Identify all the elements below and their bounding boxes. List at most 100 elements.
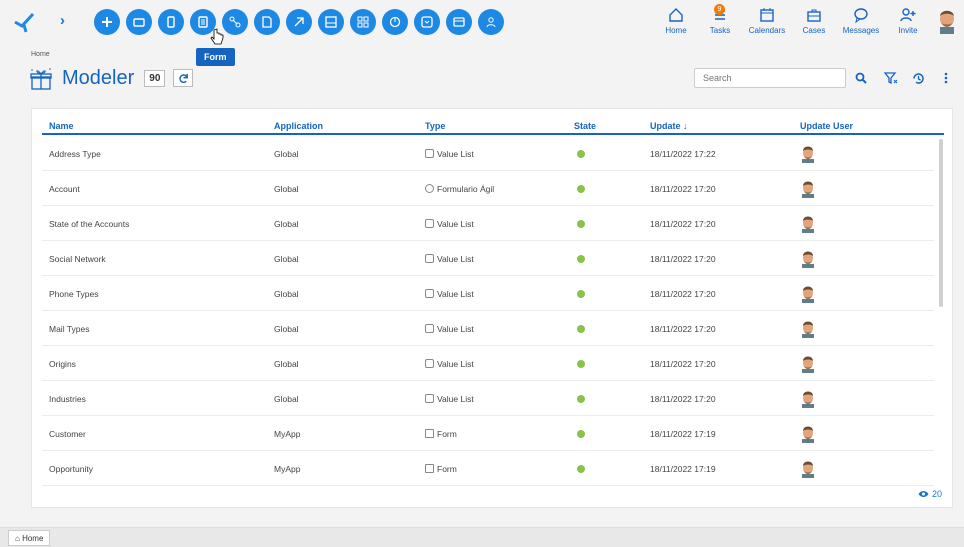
update-user-avatar[interactable] bbox=[800, 180, 816, 198]
cell-type-label: Value List bbox=[437, 254, 474, 264]
cell-type: Value List bbox=[425, 149, 474, 159]
col-update[interactable]: Update ↓ bbox=[650, 121, 688, 131]
nav-messages-label: Messages bbox=[842, 26, 880, 35]
cell-update: 18/11/2022 17:20 bbox=[650, 219, 716, 229]
cell-application: MyApp bbox=[274, 429, 301, 439]
nav-cases[interactable]: Cases bbox=[792, 6, 836, 35]
table-row[interactable]: Address Type Global Value List 18/11/2022 1… bbox=[42, 136, 934, 171]
state-active-dot bbox=[577, 185, 585, 193]
search-icon bbox=[855, 72, 867, 84]
cell-update: 18/11/2022 17:20 bbox=[650, 289, 716, 299]
breadcrumb[interactable]: Home bbox=[31, 51, 50, 58]
nav-cases-label: Cases bbox=[802, 26, 826, 35]
report-button[interactable] bbox=[382, 9, 408, 35]
table-row[interactable]: Origins Global Value List 18/11/2022 17:20 bbox=[42, 346, 934, 381]
user-avatar[interactable] bbox=[936, 8, 958, 34]
dashboard-button[interactable] bbox=[350, 9, 376, 35]
home-tab[interactable]: ⌂ Home bbox=[8, 530, 51, 546]
history-button[interactable] bbox=[908, 68, 928, 88]
cell-type: Formulario Ágil bbox=[425, 184, 494, 194]
home-tab-icon: ⌂ bbox=[15, 534, 20, 543]
cell-update: 18/11/2022 17:20 bbox=[650, 359, 716, 369]
agile-form-button[interactable] bbox=[286, 9, 312, 35]
filter-button[interactable] bbox=[881, 68, 901, 88]
col-application[interactable]: Application bbox=[274, 121, 323, 131]
search-input[interactable] bbox=[694, 68, 846, 88]
form-icon bbox=[425, 429, 434, 438]
history-icon bbox=[912, 72, 924, 84]
table-row[interactable]: State of the Accounts Global Value List 18/… bbox=[42, 206, 934, 241]
nav-invite[interactable]: Invite bbox=[886, 6, 930, 35]
more-options-button[interactable] bbox=[936, 68, 956, 88]
cell-type: Value List bbox=[425, 394, 474, 404]
state-active-dot bbox=[577, 465, 585, 473]
scrollbar[interactable] bbox=[939, 139, 943, 307]
toolbar-tooltip: Form bbox=[196, 48, 235, 66]
table-row[interactable]: Account Global Formulario Ágil 18/11/2022 1… bbox=[42, 171, 934, 206]
table-row[interactable]: Social Network Global Value List 18/11/2022… bbox=[42, 241, 934, 276]
value-list-icon bbox=[425, 219, 434, 228]
bottom-tab-bar: ⌂ Home bbox=[0, 527, 964, 547]
cell-application: Global bbox=[274, 289, 299, 299]
update-user-avatar[interactable] bbox=[800, 425, 816, 443]
refresh-button[interactable] bbox=[173, 69, 194, 87]
expand-chevron-icon[interactable]: › bbox=[60, 12, 65, 29]
table-row[interactable]: Industries Global Value List 18/11/2022 17:… bbox=[42, 381, 934, 416]
home-tab-label: Home bbox=[22, 534, 44, 543]
cell-update: 18/11/2022 17:22 bbox=[650, 149, 716, 159]
cell-type-label: Value List bbox=[437, 149, 474, 159]
update-user-avatar[interactable] bbox=[800, 215, 816, 233]
update-user-avatar[interactable] bbox=[800, 460, 816, 478]
col-type[interactable]: Type bbox=[425, 121, 445, 131]
update-user-avatar[interactable] bbox=[800, 285, 816, 303]
document-button[interactable] bbox=[254, 9, 280, 35]
value-list-icon bbox=[425, 289, 434, 298]
table-row[interactable]: Opportunity MyApp Form 18/11/2022 17:19 bbox=[42, 451, 934, 486]
update-user-avatar[interactable] bbox=[800, 390, 816, 408]
page-header: Modeler 90 bbox=[28, 66, 194, 90]
table-body: Address Type Global Value List 18/11/2022 1… bbox=[42, 136, 934, 486]
update-user-avatar[interactable] bbox=[800, 320, 816, 338]
table-header: Name Application Type State Update ↓ Upd… bbox=[42, 119, 944, 135]
update-user-avatar[interactable] bbox=[800, 145, 816, 163]
cell-type: Value List bbox=[425, 289, 474, 299]
table-row[interactable]: Phone Types Global Value List 18/11/2022 17… bbox=[42, 276, 934, 311]
col-update-user[interactable]: Update User bbox=[800, 121, 853, 131]
page-button[interactable] bbox=[318, 9, 344, 35]
search-button[interactable] bbox=[851, 68, 871, 88]
nav-messages[interactable]: Messages bbox=[836, 6, 886, 35]
nav-tasks-label: Tasks bbox=[709, 26, 731, 35]
cell-type-label: Form bbox=[437, 464, 457, 474]
table-row[interactable]: Customer MyApp Form 18/11/2022 17:19 bbox=[42, 416, 934, 451]
cell-type: Form bbox=[425, 464, 457, 474]
cell-type-label: Value List bbox=[437, 324, 474, 334]
value-list-icon bbox=[425, 149, 434, 158]
col-state[interactable]: State bbox=[574, 121, 596, 131]
table-row[interactable]: Mail Types Global Value List 18/11/2022 17:… bbox=[42, 311, 934, 346]
update-user-avatar[interactable] bbox=[800, 250, 816, 268]
entity-button[interactable] bbox=[446, 9, 472, 35]
value-list-icon bbox=[425, 324, 434, 333]
col-name[interactable]: Name bbox=[49, 121, 74, 131]
calendar-icon bbox=[760, 8, 774, 22]
folder-button[interactable] bbox=[126, 9, 152, 35]
cell-application: Global bbox=[274, 184, 299, 194]
agile-form-icon bbox=[425, 184, 434, 193]
state-active-dot bbox=[577, 360, 585, 368]
cell-name: Phone Types bbox=[49, 289, 99, 299]
value-list-button[interactable] bbox=[414, 9, 440, 35]
cell-type: Value List bbox=[425, 219, 474, 229]
app-logo-icon[interactable] bbox=[12, 10, 36, 34]
cell-name: Social Network bbox=[49, 254, 106, 264]
nav-home[interactable]: Home bbox=[654, 6, 698, 35]
update-user-avatar[interactable] bbox=[800, 355, 816, 373]
mobile-button[interactable] bbox=[158, 9, 184, 35]
page-size-control[interactable]: 20 bbox=[918, 489, 942, 499]
nav-calendars[interactable]: Calendars bbox=[742, 6, 792, 35]
nav-tasks[interactable]: 9 Tasks bbox=[698, 4, 742, 35]
cell-application: Global bbox=[274, 359, 299, 369]
user-button[interactable] bbox=[478, 9, 504, 35]
add-button[interactable] bbox=[94, 9, 120, 35]
cell-application: Global bbox=[274, 254, 299, 264]
workflow-button[interactable] bbox=[222, 9, 248, 35]
